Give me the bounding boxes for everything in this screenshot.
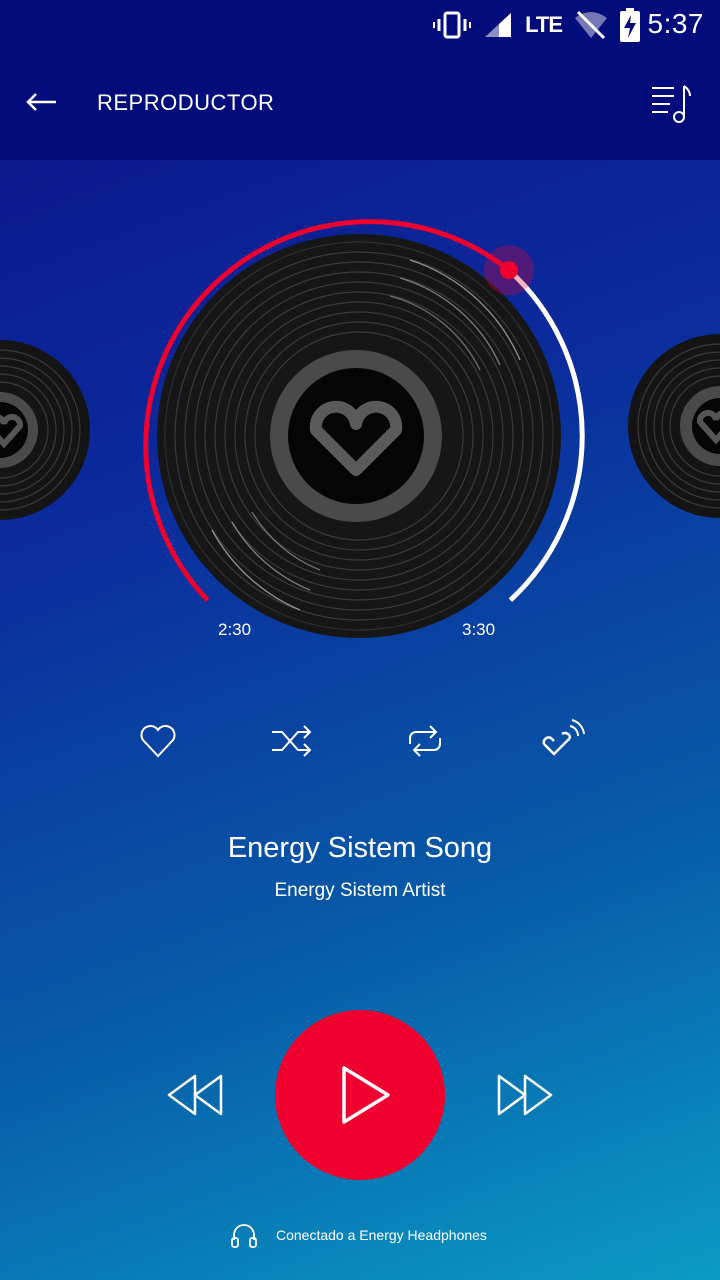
brand-check-wireless-icon[interactable] xyxy=(540,718,586,764)
headphones-icon xyxy=(231,1224,257,1248)
signal-icon xyxy=(485,13,512,37)
main-disc[interactable] xyxy=(157,234,561,638)
time-elapsed: 2:30 xyxy=(218,620,252,639)
song-title: Energy Sistem Song xyxy=(227,832,493,864)
previous-disc[interactable] xyxy=(0,340,90,520)
repeat-icon[interactable] xyxy=(402,718,448,764)
play-button[interactable] xyxy=(275,1010,445,1180)
lte-label: LTE xyxy=(525,12,563,37)
connection-status: Conectado a Energy Headphones xyxy=(0,1222,720,1252)
song-artist: Energy Sistem Artist xyxy=(274,880,446,901)
arrow-left-icon[interactable] xyxy=(22,82,62,122)
fast-forward-icon[interactable] xyxy=(493,1072,555,1118)
play-icon xyxy=(342,1066,390,1124)
connection-text: Conectado a Energy Headphones xyxy=(276,1227,487,1243)
battery-charging-icon xyxy=(620,8,640,42)
heart-outline-icon[interactable] xyxy=(135,718,181,764)
wifi-off-icon xyxy=(575,10,607,40)
progress-knob[interactable] xyxy=(484,245,534,296)
playlist-music-icon[interactable] xyxy=(650,82,694,126)
disc-carousel[interactable] xyxy=(0,160,720,660)
time-total: 3:30 xyxy=(462,620,496,639)
page-title: REPRODUCTOR xyxy=(97,90,275,115)
vibrate-icon xyxy=(433,11,472,39)
status-time: 5:37 xyxy=(647,8,704,39)
next-disc[interactable] xyxy=(628,334,720,518)
status-bar: LTE 5:37 xyxy=(0,0,720,50)
rewind-icon[interactable] xyxy=(165,1072,227,1118)
action-row xyxy=(0,718,720,768)
status-icons: LTE xyxy=(433,6,640,44)
shuffle-icon[interactable] xyxy=(268,718,314,764)
app-bar: REPRODUCTOR xyxy=(0,50,720,160)
